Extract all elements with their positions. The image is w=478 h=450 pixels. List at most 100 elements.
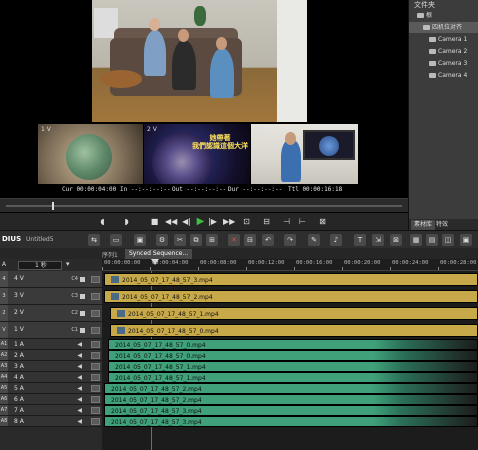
render-icon[interactable]: ⇲ [372,234,384,246]
layout-icon-3[interactable]: ◫ [442,234,454,246]
fast-forward-button[interactable]: ▶▶ [223,216,235,227]
video-clip[interactable]: 2014_05_07_17_48_57_1.mp4 [110,307,478,320]
undo-icon[interactable]: ↶ [262,234,274,246]
marker-icon[interactable]: ✎ [308,234,320,246]
open-folder-icon[interactable]: ▭ [110,234,122,246]
loop-button[interactable]: ⊡ [242,216,251,227]
tab-asset-bin[interactable]: 素材库 [411,220,436,230]
speaker-icon[interactable]: ◀ [77,385,82,392]
audio-clip[interactable]: 2014_05_07_17_48_57_2.mp4 [104,394,478,405]
track-header-2v[interactable]: 2 2 V C2 [0,305,102,322]
insert-button[interactable]: ⊣ [282,216,291,227]
timeline-scale-select[interactable]: 1 秒 [18,261,62,270]
track-link-toggle[interactable] [91,341,100,348]
delete-icon[interactable]: ✕ [228,234,240,246]
play-button[interactable]: ▶ [196,216,205,227]
scrub-handle[interactable] [52,202,54,210]
camera-thumbnail-3[interactable]: 3 V [251,124,358,184]
video-toggle-icon[interactable] [80,328,85,333]
track-header-8a[interactable]: A8 8 A ◀ [0,416,102,427]
video-toggle-icon[interactable] [80,311,85,316]
audio-mixer-icon[interactable]: ♪ [330,234,342,246]
track-link-toggle[interactable] [91,352,100,359]
folder-root[interactable]: 根 [417,10,432,21]
chevron-down-icon[interactable]: ▾ [66,260,70,268]
track-header-2a[interactable]: A2 2 A ◀ [0,350,102,361]
audio-clip[interactable]: 2014_05_07_17_48_57_0.mp4 [108,350,478,361]
speaker-icon[interactable]: ◀ [77,418,82,425]
track-header-4a[interactable]: A4 4 A ◀ [0,372,102,383]
audio-clip[interactable]: 2014_05_07_17_48_57_1.mp4 [108,372,478,383]
stop-button[interactable]: ■ [150,216,159,227]
step-back-button[interactable]: ◀| [182,216,191,227]
track-link-toggle[interactable] [91,293,100,300]
track-link-toggle[interactable] [91,385,100,392]
match-frame-button[interactable]: ⊟ [262,216,271,227]
track-header-3a[interactable]: A3 3 A ◀ [0,361,102,372]
mark-out-button[interactable]: ◗ [122,216,131,227]
cut-icon[interactable]: ✂ [174,234,186,246]
track-header-1v[interactable]: V 1 V C1 [0,322,102,339]
fx-icon[interactable]: ⊠ [390,234,402,246]
audio-clip[interactable]: 2014_05_07_17_48_57_3.mp4 [104,416,478,427]
audio-clip[interactable]: 2014_05_07_17_48_57_2.mp4 [104,383,478,394]
folder-camera-3[interactable]: Camera 3 [429,58,467,69]
folder-multicam[interactable]: 四机位对齐 [409,22,478,33]
layout-icon-2[interactable]: ▤ [426,234,438,246]
scrub-track[interactable] [6,205,402,207]
track-header-6a[interactable]: A6 6 A ◀ [0,394,102,405]
track-link-toggle[interactable] [91,374,100,381]
export-frame-button[interactable]: ⊠ [318,216,327,227]
tab-effects[interactable]: 特效 [433,220,451,230]
track-link-toggle[interactable] [91,276,100,283]
copy-icon[interactable]: ⧉ [190,234,202,246]
folder-camera-1[interactable]: Camera 1 [429,34,467,45]
audio-clip[interactable]: 2014_05_07_17_48_57_0.mp4 [108,339,478,350]
video-toggle-icon[interactable] [80,294,85,299]
track-header-4v[interactable]: 4 4 V C4 [0,271,102,288]
track-header-7a[interactable]: A7 7 A ◀ [0,405,102,416]
track-header-5a[interactable]: A5 5 A ◀ [0,383,102,394]
track-header-1a[interactable]: A1 1 A ◀ [0,339,102,350]
preview-scrubber[interactable] [0,198,408,212]
folder-camera-4[interactable]: Camera 4 [429,70,467,81]
speaker-icon[interactable]: ◀ [77,341,82,348]
settings-icon[interactable]: ⚙ [156,234,168,246]
track-link-toggle[interactable] [91,396,100,403]
folder-camera-2[interactable]: Camera 2 [429,46,467,57]
speaker-icon[interactable]: ◀ [77,407,82,414]
camera-thumbnail-1[interactable]: 1 V [38,124,143,184]
video-clip[interactable]: 2014_05_07_17_48_57_0.mp4 [110,324,478,337]
track-link-toggle[interactable] [91,363,100,370]
layout-icon-1[interactable]: ▦ [410,234,422,246]
step-forward-button[interactable]: |▶ [208,216,217,227]
lock-icon[interactable]: A [2,261,6,268]
speaker-icon[interactable]: ◀ [77,374,82,381]
overwrite-button[interactable]: ⊢ [298,216,307,227]
mark-in-button[interactable]: ◖ [98,216,107,227]
speaker-icon[interactable]: ◀ [77,352,82,359]
video-clip[interactable]: 2014_05_07_17_48_57_2.mp4 [104,290,478,303]
speaker-icon[interactable]: ◀ [77,396,82,403]
video-toggle-icon[interactable] [80,277,85,282]
tab-synced-sequence[interactable]: Synced Sequence... [125,249,193,259]
title-icon[interactable]: T [354,234,366,246]
paste-icon[interactable]: ⊞ [206,234,218,246]
track-link-toggle[interactable] [91,407,100,414]
rewind-button[interactable]: ◀◀ [165,216,177,227]
mode-icon[interactable]: ⇆ [88,234,100,246]
audio-clip[interactable]: 2014_05_07_17_48_57_1.mp4 [108,361,478,372]
ripple-icon[interactable]: ⊟ [244,234,256,246]
layout-icon-4[interactable]: ▣ [460,234,472,246]
track-header-3v[interactable]: 3 3 V C3 [0,288,102,305]
audio-clip[interactable]: 2014_05_07_17_48_57_3.mp4 [104,405,478,416]
track-link-toggle[interactable] [91,418,100,425]
track-link-toggle[interactable] [91,310,100,317]
video-clip[interactable]: 2014_05_07_17_48_57_3.mp4 [104,273,478,286]
camera-thumbnail-2[interactable]: 2 V 她帶著 我們認識這個大洋 [144,124,250,184]
time-ruler[interactable]: 00:00:00:00 00:00:04:00 00:00:08:00 00:00:1… [102,259,478,271]
speaker-icon[interactable]: ◀ [77,363,82,370]
save-icon[interactable]: ▣ [134,234,146,246]
track-link-toggle[interactable] [91,327,100,334]
redo-icon[interactable]: ↷ [284,234,296,246]
